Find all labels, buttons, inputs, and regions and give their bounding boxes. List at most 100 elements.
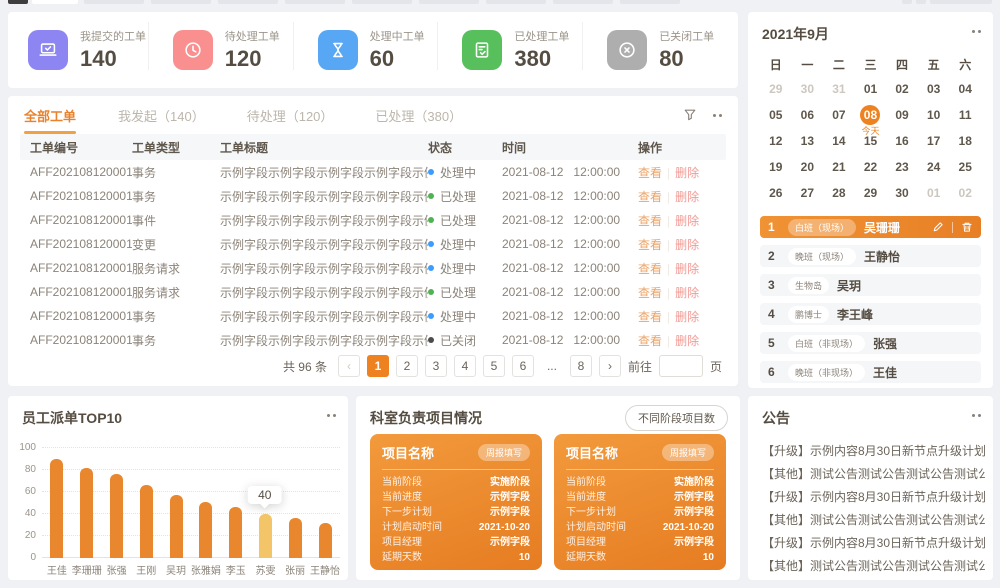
notice-item[interactable]: 【其他】测试公告测试公告测试公告测试公告测试公告 — [762, 509, 985, 532]
calendar-day[interactable]: 24 — [918, 154, 950, 180]
calendar-day[interactable]: 30 — [886, 180, 918, 206]
view-link[interactable]: 查看 — [638, 262, 662, 276]
calendar-day[interactable]: 16 — [886, 128, 918, 154]
bar[interactable] — [170, 495, 183, 558]
more-icon[interactable] — [713, 114, 722, 117]
page-button-8[interactable]: 8 — [570, 355, 592, 377]
browser-tab[interactable] — [218, 0, 278, 4]
calendar-day[interactable]: 20 — [792, 154, 824, 180]
shift-row[interactable]: 5白班（非现场）张强 — [760, 332, 981, 354]
calendar-day[interactable]: 04 — [949, 76, 981, 102]
page-button-2[interactable]: 2 — [396, 355, 418, 377]
calendar-day[interactable]: 14 — [823, 128, 855, 154]
edit-icon[interactable] — [932, 221, 944, 233]
calendar-day[interactable]: 29 — [760, 76, 792, 102]
page-button-6[interactable]: 6 — [512, 355, 534, 377]
calendar-day[interactable]: 28 — [823, 180, 855, 206]
calendar-day[interactable]: 11 — [949, 102, 981, 128]
more-icon[interactable] — [327, 414, 336, 417]
calendar-day[interactable]: 22 — [855, 154, 887, 180]
calendar-day[interactable]: 29 — [855, 180, 887, 206]
prev-page-button[interactable]: ‹ — [338, 355, 360, 377]
calendar-day[interactable]: 15 — [855, 128, 887, 154]
calendar-day[interactable]: 13 — [792, 128, 824, 154]
bar[interactable] — [50, 459, 63, 558]
calendar-day[interactable]: 06 — [792, 102, 824, 128]
delete-link[interactable]: 删除 — [675, 334, 699, 348]
browser-tab[interactable] — [352, 0, 412, 4]
calendar-day[interactable]: 23 — [886, 154, 918, 180]
view-link[interactable]: 查看 — [638, 310, 662, 324]
browser-tab[interactable] — [553, 0, 613, 4]
browser-tab[interactable] — [151, 0, 211, 4]
calendar-day-today[interactable]: 08今天 — [855, 102, 887, 128]
shift-row[interactable]: 4鹏博士李王峰 — [760, 303, 981, 325]
calendar-day[interactable]: 01 — [855, 76, 887, 102]
view-link[interactable]: 查看 — [638, 190, 662, 204]
view-link[interactable]: 查看 — [638, 334, 662, 348]
stage-count-button[interactable]: 不同阶段项目数 — [625, 405, 728, 431]
browser-tab[interactable] — [285, 0, 345, 4]
page-button-1[interactable]: 1 — [367, 355, 389, 377]
calendar-day[interactable]: 12 — [760, 128, 792, 154]
filter-icon[interactable] — [683, 108, 697, 122]
next-page-button[interactable]: › — [599, 355, 621, 377]
calendar-day[interactable]: 19 — [760, 154, 792, 180]
notice-item[interactable]: 【其他】测试公告测试公告测试公告测试公告测试公告 — [762, 463, 985, 486]
page-button-5[interactable]: 5 — [483, 355, 505, 377]
tab-workorders-1[interactable]: 我发起（140） — [118, 96, 205, 134]
notice-item[interactable]: 【升级】示例内容8月30日新节点升级计划通知 — [762, 532, 985, 555]
view-link[interactable]: 查看 — [638, 286, 662, 300]
shift-row[interactable]: 3生物岛吴玥 — [760, 274, 981, 296]
delete-link[interactable]: 删除 — [675, 262, 699, 276]
shift-row[interactable]: 6晚班（非现场）王佳 — [760, 361, 981, 383]
shift-row[interactable]: 1白班（现场）吴珊珊 — [760, 216, 981, 238]
weekly-report-button[interactable]: 周报填写 — [662, 444, 714, 461]
calendar-day[interactable]: 07 — [823, 102, 855, 128]
browser-tab[interactable] — [930, 0, 992, 4]
notice-item[interactable]: 【升级】示例内容8月30日新节点升级计划通知 — [762, 486, 985, 509]
delete-link[interactable]: 删除 — [675, 310, 699, 324]
notice-item[interactable]: 【升级】示例内容8月30日新节点升级计划通知 — [762, 440, 985, 463]
calendar-day[interactable]: 17 — [918, 128, 950, 154]
page-button-3[interactable]: 3 — [425, 355, 447, 377]
notice-item[interactable]: 【其他】测试公告测试公告测试公告测试公告测试公告 — [762, 555, 985, 578]
bar[interactable] — [319, 523, 332, 558]
calendar-day[interactable]: 25 — [949, 154, 981, 180]
page-button-4[interactable]: 4 — [454, 355, 476, 377]
bar[interactable] — [229, 507, 242, 558]
bar[interactable] — [199, 502, 212, 558]
calendar-day[interactable]: 26 — [760, 180, 792, 206]
trash-icon[interactable] — [961, 221, 973, 233]
page-goto-input[interactable] — [659, 355, 703, 377]
tab-workorders-0[interactable]: 全部工单 — [24, 96, 76, 134]
calendar-day[interactable]: 18 — [949, 128, 981, 154]
calendar-day[interactable]: 30 — [792, 76, 824, 102]
view-link[interactable]: 查看 — [638, 166, 662, 180]
calendar-day[interactable]: 31 — [823, 76, 855, 102]
tab-workorders-3[interactable]: 已处理（380） — [375, 96, 462, 134]
bar[interactable] — [140, 485, 153, 558]
bar[interactable] — [110, 474, 123, 558]
weekly-report-button[interactable]: 周报填写 — [478, 444, 530, 461]
calendar-day[interactable]: 27 — [792, 180, 824, 206]
delete-link[interactable]: 删除 — [675, 190, 699, 204]
more-icon[interactable] — [972, 30, 981, 33]
delete-link[interactable]: 删除 — [675, 214, 699, 228]
delete-link[interactable]: 删除 — [675, 166, 699, 180]
view-link[interactable]: 查看 — [638, 214, 662, 228]
shift-row[interactable]: 2晚班（现场）王静怡 — [760, 245, 981, 267]
browser-tab[interactable] — [916, 0, 926, 4]
calendar-day[interactable]: 10 — [918, 102, 950, 128]
browser-tab[interactable] — [84, 0, 144, 4]
browser-tab[interactable] — [620, 0, 680, 4]
calendar-day[interactable]: 09 — [886, 102, 918, 128]
bar[interactable] — [80, 468, 93, 558]
browser-tab[interactable] — [32, 0, 78, 4]
browser-tab[interactable] — [419, 0, 479, 4]
browser-tab[interactable] — [486, 0, 546, 4]
calendar-day[interactable]: 02 — [886, 76, 918, 102]
tab-workorders-2[interactable]: 待处理（120） — [247, 96, 334, 134]
delete-link[interactable]: 删除 — [675, 286, 699, 300]
calendar-day[interactable]: 02 — [949, 180, 981, 206]
